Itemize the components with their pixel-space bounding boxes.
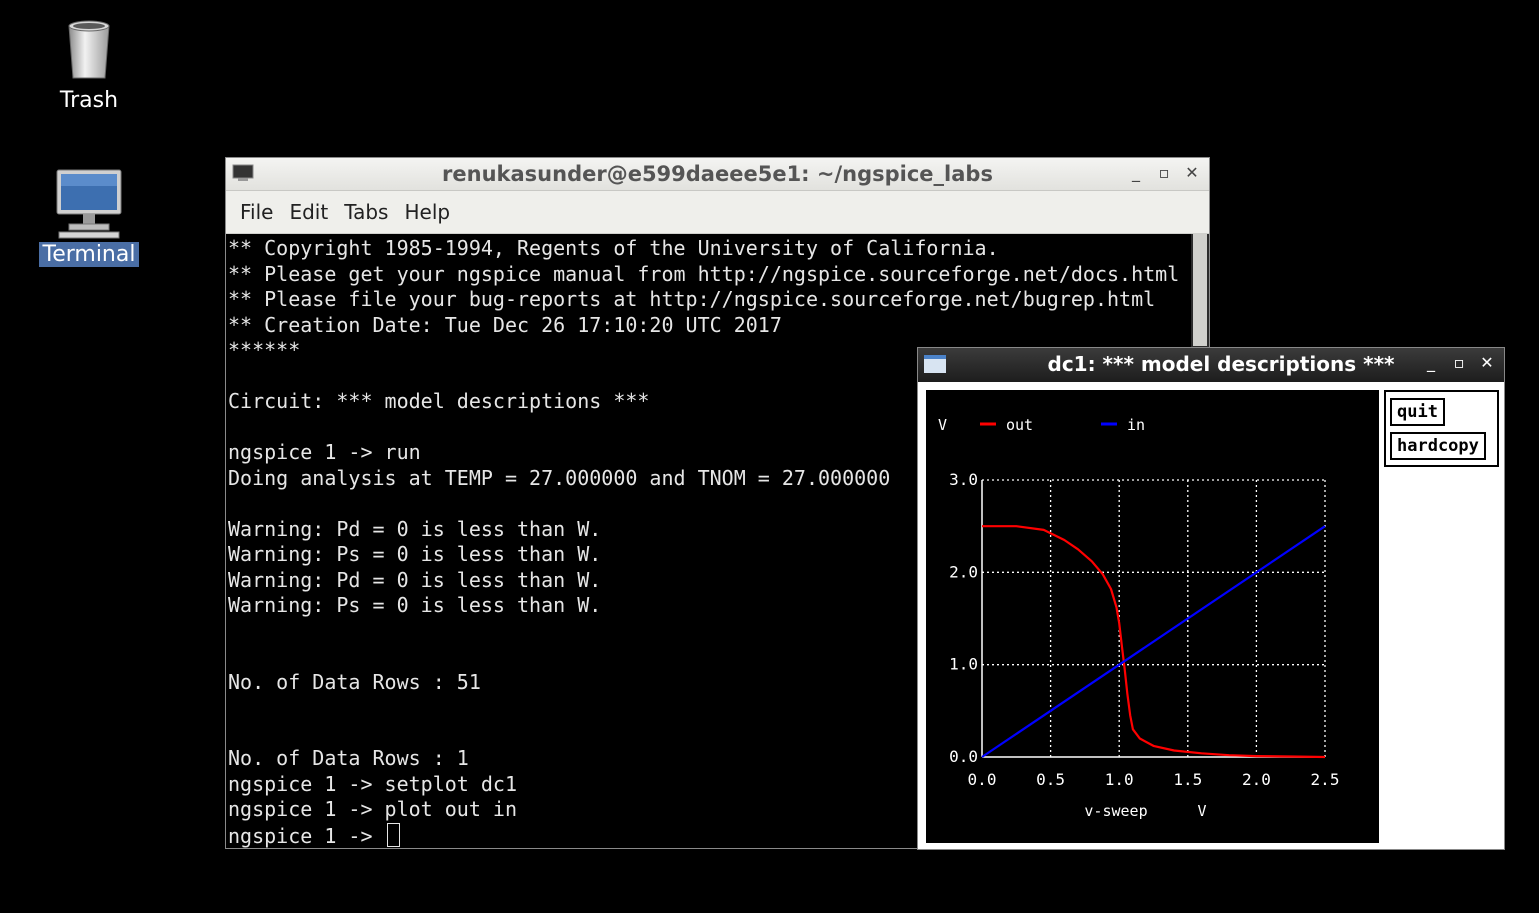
x-tick-label: 0.5 [1036, 770, 1065, 789]
plot-titlebar[interactable]: dc1: *** model descriptions *** _ ▫ ✕ [918, 348, 1504, 382]
x-tick-label: 2.5 [1311, 770, 1340, 789]
terminal-cursor [386, 822, 400, 847]
chart-svg: 0.0 0.5 1.0 1.5 2.0 2.5 0.0 1.0 2.0 3.0 Vv-sweep Vo… [938, 416, 1340, 820]
y-tick-label: 2.0 [949, 562, 978, 581]
window-title: renukasunder@e599daeee5e1: ~/ngspice_lab… [442, 162, 993, 186]
minimize-icon[interactable]: _ [1422, 353, 1440, 373]
plot-window: dc1: *** model descriptions *** _ ▫ ✕ 0.… [917, 347, 1505, 850]
series-line-in [981, 525, 1326, 758]
menu-help[interactable]: Help [404, 200, 450, 224]
legend-label-out: out [1006, 416, 1033, 434]
minimize-icon[interactable]: _ [1127, 163, 1145, 183]
maximize-icon[interactable]: ▫ [1155, 163, 1173, 183]
menu-edit[interactable]: Edit [289, 200, 328, 224]
x-tick-label: 1.5 [1173, 770, 1202, 789]
desktop-icon-trash[interactable]: Trash [52, 18, 126, 113]
trash-icon [68, 20, 110, 79]
maximize-icon[interactable]: ▫ [1450, 353, 1468, 373]
quit-button[interactable]: quit [1390, 398, 1445, 426]
menubar: File Edit Tabs Help [226, 191, 1209, 234]
plot-button-panel: quit hardcopy [1384, 390, 1499, 467]
x-tick-label: 0.0 [968, 770, 997, 789]
plot-canvas[interactable]: 0.0 0.5 1.0 1.5 2.0 2.5 0.0 1.0 2.0 3.0 Vv-sweep Vo… [926, 390, 1379, 843]
x-axis-label: v-sweep [1084, 802, 1147, 820]
desktop-icon-label: Trash [59, 88, 119, 113]
terminal-line: ** Please get your ngspice manual from h… [228, 261, 1180, 286]
terminal-monitor-icon [56, 169, 122, 239]
menu-tabs[interactable]: Tabs [344, 200, 388, 224]
close-icon[interactable]: ✕ [1478, 353, 1496, 373]
terminal-titlebar[interactable]: renukasunder@e599daeee5e1: ~/ngspice_lab… [226, 158, 1209, 191]
y-tick-label: 1.0 [949, 655, 978, 674]
close-icon[interactable]: ✕ [1183, 163, 1201, 183]
desktop-icon-label: Terminal [38, 242, 140, 267]
y-tick-label: 3.0 [949, 470, 978, 489]
y-tick-label: 0.0 [949, 747, 978, 766]
plot-window-title: dc1: *** model descriptions *** [1047, 352, 1395, 376]
terminal-line: ** Creation Date: Tue Dec 26 17:10:20 UT… [228, 312, 782, 337]
terminal-line: ** Please file your bug-reports at http:… [228, 287, 1156, 311]
x-axis-unit: V [1197, 802, 1206, 820]
x-tick-label: 1.0 [1105, 770, 1134, 789]
desktop-icon-terminal[interactable]: Terminal [32, 168, 146, 267]
y-axis-label: V [938, 416, 947, 434]
hardcopy-button[interactable]: hardcopy [1390, 432, 1486, 460]
x-tick-label: 2.0 [1242, 770, 1271, 789]
legend-label-in: in [1127, 416, 1145, 434]
scrollbar-thumb[interactable] [1193, 234, 1207, 346]
menu-file[interactable]: File [240, 200, 273, 224]
terminal-line: ** Copyright 1985-1994, Regents of the U… [228, 236, 999, 260]
